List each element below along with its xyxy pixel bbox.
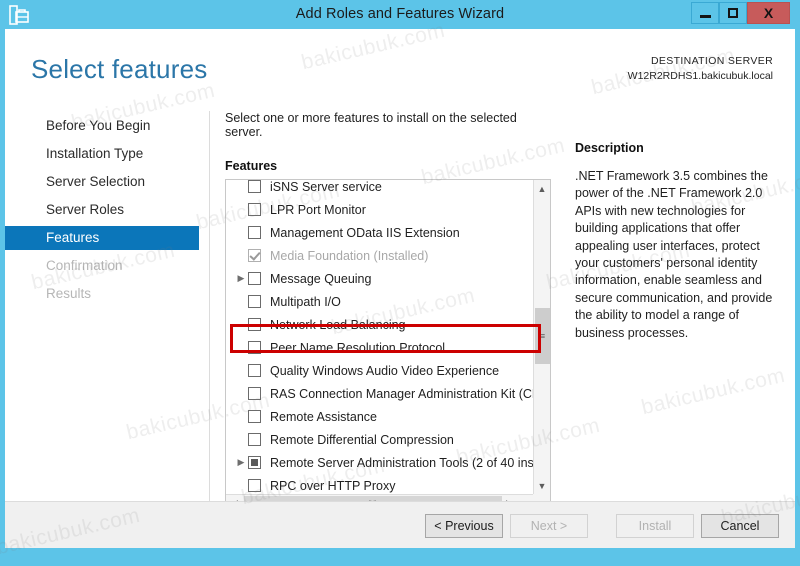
description-text: .NET Framework 3.5 combines the power of… bbox=[575, 169, 773, 340]
feature-label: Remote Assistance bbox=[270, 409, 377, 424]
destination-server-label: DESTINATION SERVER bbox=[650, 55, 773, 67]
cancel-button[interactable]: Cancel bbox=[701, 514, 779, 538]
feature-label: RPC over HTTP Proxy bbox=[270, 478, 396, 493]
feature-label: Multipath I/O bbox=[270, 294, 341, 309]
expander-spacer: ▶ bbox=[234, 313, 248, 336]
scroll-up-button[interactable]: ▲ bbox=[534, 180, 550, 197]
feature-row[interactable]: ▶ Remote Server Administration Tools (2 o… bbox=[226, 451, 534, 474]
expander-spacer: ▶ bbox=[234, 221, 248, 244]
feature-label: Remote Server Administration Tools (2 of… bbox=[270, 455, 534, 470]
feature-label: RAS Connection Manager Administration Ki… bbox=[270, 386, 534, 401]
feature-label: Network Load Balancing bbox=[270, 317, 406, 332]
wizard-steps-nav: Before You Begin Installation Type Serve… bbox=[5, 114, 199, 310]
feature-row[interactable]: ▶ Media Foundation (Installed) bbox=[226, 244, 534, 267]
feature-checkbox[interactable] bbox=[248, 387, 261, 400]
feature-checkbox[interactable] bbox=[248, 180, 261, 193]
close-button[interactable]: X bbox=[747, 2, 790, 24]
sidebar-item-results: Results bbox=[46, 286, 92, 301]
feature-label: iSNS Server service bbox=[270, 180, 382, 194]
feature-row[interactable]: ▶ Management OData IIS Extension bbox=[226, 221, 534, 244]
feature-label: Remote Differential Compression bbox=[270, 432, 454, 447]
footer-bar: < Previous Next > Install Cancel bbox=[5, 501, 795, 548]
next-button: Next > bbox=[510, 514, 588, 538]
maximize-button[interactable] bbox=[719, 2, 747, 24]
feature-checkbox bbox=[248, 249, 261, 262]
page-title: Select features bbox=[31, 54, 208, 84]
feature-label: LPR Port Monitor bbox=[270, 202, 366, 217]
feature-checkbox[interactable] bbox=[248, 364, 261, 377]
feature-row[interactable]: ▶ RPC over HTTP Proxy bbox=[226, 474, 534, 494]
feature-row[interactable]: ▶ iSNS Server service bbox=[226, 180, 534, 198]
vertical-divider bbox=[209, 111, 210, 521]
expander-spacer: ▶ bbox=[234, 405, 248, 428]
expander-spacer: ▶ bbox=[234, 359, 248, 382]
features-list-viewport: ▶ iSNS Server service ▶ LPR Port Monitor ▶ Ma… bbox=[226, 180, 534, 494]
feature-checkbox[interactable] bbox=[248, 456, 261, 469]
feature-row[interactable]: ▶ LPR Port Monitor bbox=[226, 198, 534, 221]
sidebar-item-features[interactable]: Features bbox=[5, 226, 199, 250]
feature-checkbox[interactable] bbox=[248, 272, 261, 285]
minimize-button[interactable] bbox=[691, 2, 719, 24]
sidebar-item-before-you-begin[interactable]: Before You Begin bbox=[5, 114, 199, 138]
expander-spacer: ▶ bbox=[234, 198, 248, 221]
sidebar-item-server-roles[interactable]: Server Roles bbox=[5, 198, 199, 222]
feature-checkbox[interactable] bbox=[248, 341, 261, 354]
feature-checkbox[interactable] bbox=[248, 203, 261, 216]
feature-label: Peer Name Resolution Protocol bbox=[270, 340, 446, 355]
feature-row[interactable]: ▶ Network Load Balancing bbox=[226, 313, 534, 336]
main-pane: Select one or more features to install o… bbox=[225, 111, 555, 513]
expander-spacer: ▶ bbox=[234, 290, 248, 313]
destination-server-block: DESTINATION SERVER W12R2RDHS1.bakicubuk.… bbox=[628, 54, 773, 84]
instruction-text: Select one or more features to install o… bbox=[225, 111, 517, 139]
sidebar-item-confirmation: Confirmation bbox=[46, 258, 123, 273]
features-heading: Features bbox=[225, 159, 278, 173]
feature-row[interactable]: ▶ Multipath I/O bbox=[226, 290, 534, 313]
install-button: Install bbox=[616, 514, 694, 538]
title-bar: Add Roles and Features Wizard X bbox=[0, 0, 800, 29]
minimize-icon bbox=[699, 14, 711, 18]
vertical-scrollbar-thumb[interactable]: ≡ bbox=[535, 308, 550, 364]
feature-checkbox[interactable] bbox=[248, 479, 261, 492]
client-area: Select features DESTINATION SERVER W12R2… bbox=[5, 29, 795, 548]
features-list-box[interactable]: ▶ iSNS Server service ▶ LPR Port Monitor ▶ Ma… bbox=[225, 179, 551, 513]
feature-row[interactable]: ▶ RAS Connection Manager Administration K… bbox=[226, 382, 534, 405]
expander-spacer: ▶ bbox=[234, 428, 248, 451]
sidebar-item-installation-type[interactable]: Installation Type bbox=[5, 142, 199, 166]
feature-label: Quality Windows Audio Video Experience bbox=[270, 363, 500, 378]
feature-row[interactable]: ▶ Remote Assistance bbox=[226, 405, 534, 428]
expand-triangle-icon[interactable]: ▶ bbox=[234, 451, 248, 474]
expander-spacer: ▶ bbox=[234, 180, 248, 198]
description-heading: Description bbox=[575, 141, 644, 155]
feature-row[interactable]: ▶ Quality Windows Audio Video Experience bbox=[226, 359, 534, 382]
expand-triangle-icon[interactable]: ▶ bbox=[234, 267, 248, 290]
feature-label: Media Foundation (Installed) bbox=[270, 248, 429, 263]
expander-spacer: ▶ bbox=[234, 244, 248, 267]
feature-row[interactable]: ▶ Peer Name Resolution Protocol bbox=[226, 336, 534, 359]
feature-checkbox[interactable] bbox=[248, 410, 261, 423]
feature-checkbox[interactable] bbox=[248, 226, 261, 239]
expander-spacer: ▶ bbox=[234, 474, 248, 494]
feature-checkbox[interactable] bbox=[248, 318, 261, 331]
expander-spacer: ▶ bbox=[234, 336, 248, 359]
description-pane: Description .NET Framework 3.5 combines … bbox=[575, 141, 780, 342]
maximize-icon bbox=[728, 8, 738, 18]
features-list: ▶ iSNS Server service ▶ LPR Port Monitor ▶ Ma… bbox=[226, 180, 534, 494]
previous-button[interactable]: < Previous bbox=[425, 514, 503, 538]
feature-row[interactable]: ▶ Message Queuing bbox=[226, 267, 534, 290]
destination-server-name: W12R2RDHS1.bakicubuk.local bbox=[627, 70, 773, 82]
expander-spacer: ▶ bbox=[234, 382, 248, 405]
close-icon: X bbox=[763, 5, 774, 21]
feature-checkbox[interactable] bbox=[248, 295, 261, 308]
window-title: Add Roles and Features Wizard bbox=[295, 6, 505, 22]
sidebar-item-server-selection[interactable]: Server Selection bbox=[5, 170, 199, 194]
scroll-down-button[interactable]: ▼ bbox=[534, 477, 550, 494]
wizard-window: Add Roles and Features Wizard X Select f… bbox=[0, 0, 800, 566]
vertical-scrollbar[interactable]: ▲ ≡ ▼ bbox=[533, 180, 550, 494]
feature-label: Message Queuing bbox=[270, 271, 372, 286]
scrollbar-grip-icon: ≡ bbox=[539, 331, 546, 341]
feature-label: Management OData IIS Extension bbox=[270, 225, 460, 240]
feature-row[interactable]: ▶ Remote Differential Compression bbox=[226, 428, 534, 451]
feature-checkbox[interactable] bbox=[248, 433, 261, 446]
